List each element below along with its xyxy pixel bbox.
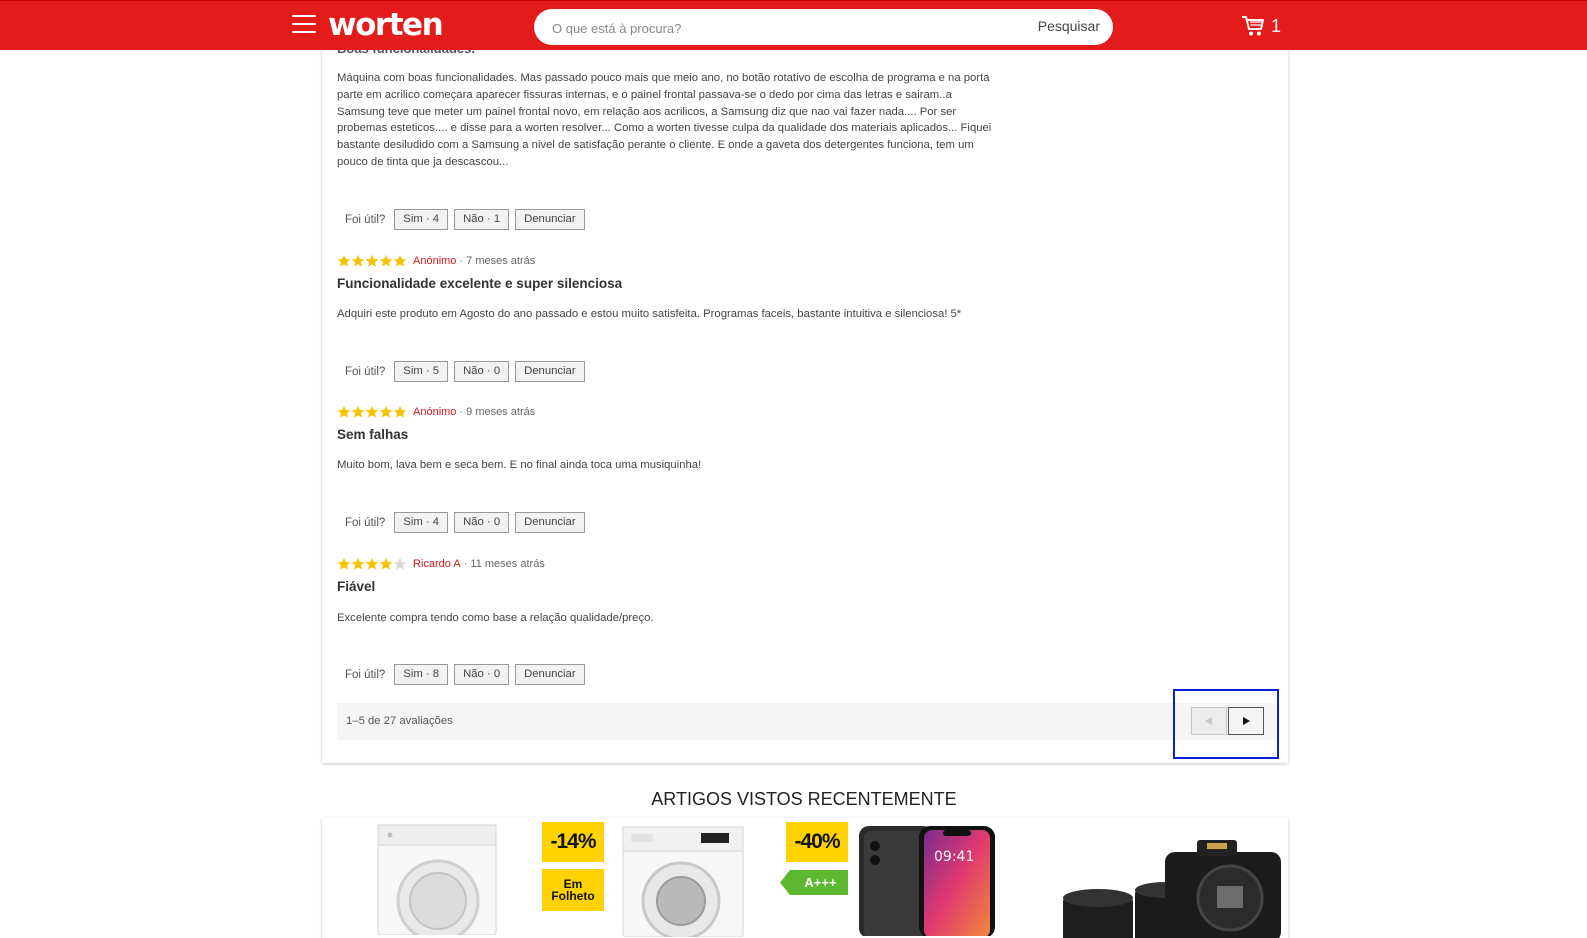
helpful-no-button[interactable]: Não · 0 [454,664,510,685]
discount-badge: -14% [542,822,604,862]
recently-viewed-title: ARTIGOS VISTOS RECENTEMENTE [651,789,957,809]
report-button[interactable]: Denunciar [515,361,585,382]
reviews-pagination-bar: 1–5 de 27 avaliações [337,703,1275,740]
site-logo[interactable]: worten [328,7,444,43]
cart-button[interactable]: 1 [1241,13,1281,39]
star-filled-icon [337,557,351,570]
smartphone-image [859,826,995,936]
report-button[interactable]: Denunciar [515,664,585,685]
star-filled-icon [365,557,379,570]
camera-kit-image [1063,840,1281,938]
star-rating [337,557,407,571]
flyer-badge: Em Folheto [542,869,604,911]
helpful-row: Foi útil? Sim · 4 Não · 1 Denunciar [345,209,591,230]
star-filled-icon [379,405,393,418]
star-filled-icon [393,405,407,418]
review-date: · 9 meses atrás [459,406,536,418]
helpful-label: Foi útil? [345,668,386,681]
helpful-yes-button[interactable]: Sim · 4 [394,512,449,533]
helpful-yes-button[interactable]: Sim · 8 [394,664,449,685]
energy-class-badge: A+++ [804,875,837,890]
star-filled-icon [337,405,351,418]
helpful-label: Foi útil? [345,516,386,529]
review-body: Excelente compra tendo como base a relaç… [337,612,654,624]
helpful-label: Foi útil? [345,365,386,378]
star-filled-icon [379,557,393,570]
search-button[interactable]: Pesquisar [1038,18,1100,34]
review-title: Fiável [337,579,376,594]
helpful-no-button[interactable]: Não · 0 [454,512,510,533]
review-meta: Anónimo · 7 meses atrás [337,254,535,268]
reviews-count: 1–5 de 27 avaliações [346,715,453,727]
helpful-label: Foi útil? [345,213,386,226]
helpful-no-button[interactable]: Não · 1 [454,209,510,230]
helpful-yes-button[interactable]: Sim · 5 [394,361,449,382]
star-rating [337,405,407,419]
review-title: Funcionalidade excelente e super silenci… [337,276,623,291]
helpful-yes-button[interactable]: Sim · 4 [394,209,449,230]
review-author: Anónimo [413,406,457,418]
star-filled-icon [365,254,379,267]
report-button[interactable]: Denunciar [515,512,585,533]
recently-viewed-carousel: -14% Em Folheto -40% A+++ 09:41 [322,818,1288,938]
review-date: · 11 meses atrás [463,558,545,570]
review-body: Máquina com boas funcionalidades. Mas pa… [337,72,992,168]
menu-icon[interactable] [292,15,316,37]
star-filled-icon [351,557,365,570]
search-input[interactable] [552,18,1012,38]
product-card[interactable]: 09:41 [857,818,1002,938]
review-body: Muito bom, lava bem e seca bem. E no fin… [337,459,702,471]
cart-count: 1 [1271,15,1282,36]
review-meta: Anónimo · 9 meses atrás [337,405,535,419]
discount-badge: -40% [786,822,848,862]
phone-screen-time: 09:41 [934,849,975,865]
star-filled-icon [379,254,393,267]
report-button[interactable]: Denunciar [515,209,585,230]
review-author: Ricardo A [413,558,461,570]
star-empty-icon [393,557,407,570]
review-meta: Ricardo A · 11 meses atrás [337,557,545,571]
selection-highlight [1173,689,1279,759]
helpful-row: Foi útil? Sim · 5 Não · 0 Denunciar [345,361,591,382]
star-rating [337,254,407,268]
product-card[interactable]: -14% Em Folheto [370,818,604,938]
helpful-no-button[interactable]: Não · 0 [454,361,510,382]
site-header: worten Pesquisar 1 [0,0,1587,50]
search-bar: Pesquisar [534,9,1113,45]
helpful-row: Foi útil? Sim · 4 Não · 0 Denunciar [345,512,591,533]
review-author: Anónimo [413,255,457,267]
product-card[interactable] [1057,818,1287,938]
review-date: · 7 meses atrás [459,255,536,267]
star-filled-icon [365,405,379,418]
shopping-cart-icon [1242,16,1264,36]
helpful-row: Foi útil? Sim · 8 Não · 0 Denunciar [345,664,591,685]
washing-machine-image [622,826,744,937]
review-title: Sem falhas [337,427,409,442]
star-filled-icon [351,405,365,418]
star-filled-icon [351,254,365,267]
review-body: Adquiri este produto em Agosto do ano pa… [337,308,962,320]
star-filled-icon [337,254,351,267]
tumble-dryer-image [377,824,497,935]
star-filled-icon [393,254,407,267]
product-page: Boas funcionalidades. Máquina com boas f… [0,0,1587,938]
product-card[interactable]: -40% A+++ [618,818,848,938]
